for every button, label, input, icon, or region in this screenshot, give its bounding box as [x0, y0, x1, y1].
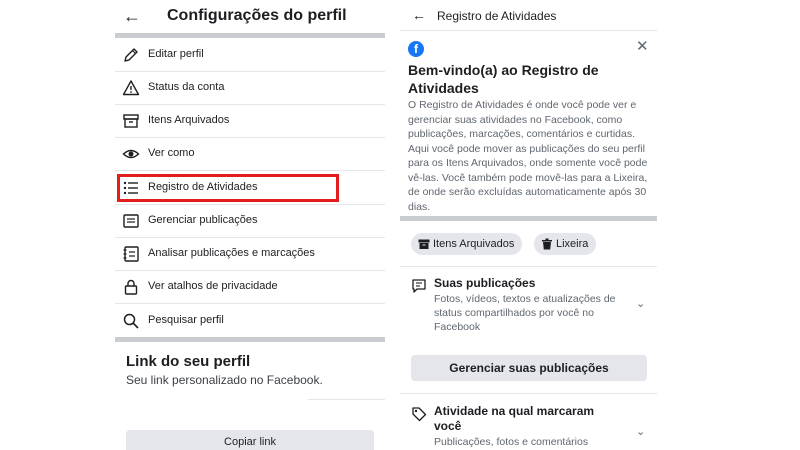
menu-item-privacy-shortcuts[interactable]: Ver atalhos de privacidade: [115, 270, 385, 303]
archive-icon: [418, 239, 430, 249]
welcome-card: f ✕ Bem-vindo(a) ao Registro de Atividad…: [400, 31, 657, 216]
welcome-title: Bem-vindo(a) ao Registro de Atividades: [408, 62, 599, 96]
menu-item-label: Analisar publicações e marcações: [148, 247, 315, 259]
section-title: Atividade na qual marcaram você: [434, 404, 595, 433]
menu-item-label: Gerenciar publicações: [148, 214, 258, 226]
section-description: Publicações, fotos e comentários: [434, 436, 589, 448]
menu-item-label: Status da conta: [148, 81, 225, 93]
divider: [400, 266, 657, 267]
search-icon: [123, 313, 139, 329]
profile-settings-screen: ← Configurações do perfil Editar perfil …: [115, 0, 385, 450]
welcome-description: O Registro de Atividades é onde você pod…: [408, 99, 648, 213]
menu-item-archived-items[interactable]: Itens Arquivados: [115, 104, 385, 137]
warning-icon: [122, 80, 140, 96]
back-arrow-icon[interactable]: ←: [412, 7, 426, 23]
menu-item-label: Ver como: [148, 147, 195, 159]
profile-link-subtitle: Seu link personalizado no Facebook.: [126, 373, 323, 387]
lock-icon: [124, 279, 138, 295]
menu-item-label: Pesquisar perfil: [148, 314, 224, 326]
archive-icon: [123, 114, 139, 128]
chip-label: Lixeira: [556, 238, 589, 250]
close-icon[interactable]: ✕: [636, 39, 649, 55]
menu-item-search-profile[interactable]: Pesquisar perfil: [115, 304, 385, 337]
chip-label: Itens Arquivados: [433, 238, 515, 250]
archived-items-chip[interactable]: Itens Arquivados: [411, 233, 523, 255]
page-title: Registro de Atividades: [437, 9, 557, 23]
chevron-down-icon[interactable]: ⌄: [636, 426, 645, 438]
section-separator: [400, 216, 657, 221]
menu-item-edit-profile[interactable]: Editar perfil: [115, 38, 385, 71]
trash-chip[interactable]: Lixeira: [534, 233, 597, 255]
section-description: Fotos, vídeos, textos e atualizações de …: [434, 293, 616, 333]
section-separator: [115, 337, 385, 342]
posts-icon: [123, 214, 139, 228]
chevron-down-icon[interactable]: ⌄: [636, 298, 645, 310]
menu-item-label: Ver atalhos de privacidade: [148, 280, 278, 292]
menu-item-view-as[interactable]: Ver como: [115, 137, 385, 170]
highlight-outline: [117, 174, 339, 202]
copy-link-button[interactable]: Copiar link: [126, 430, 374, 450]
divider: [308, 399, 385, 400]
review-icon: [123, 246, 139, 262]
menu-item-manage-posts[interactable]: Gerenciar publicações: [115, 204, 385, 237]
tag-icon: [412, 407, 427, 422]
facebook-logo-icon: f: [408, 41, 424, 57]
pencil-icon: [124, 48, 138, 62]
header: ← Configurações do perfil: [115, 0, 385, 33]
back-arrow-icon[interactable]: ←: [123, 6, 141, 26]
divider: [400, 393, 657, 394]
menu-item-review-posts-tags[interactable]: Analisar publicações e marcações: [115, 237, 385, 270]
menu-item-label: Editar perfil: [148, 48, 204, 60]
eye-icon: [122, 149, 140, 159]
menu-item-account-status[interactable]: Status da conta: [115, 71, 385, 104]
posts-bubble-icon: [412, 279, 426, 293]
profile-link-title: Link do seu perfil: [126, 353, 251, 370]
manage-your-posts-button[interactable]: Gerenciar suas publicações: [411, 355, 647, 381]
trash-icon: [542, 238, 552, 250]
activity-log-screen: ← Registro de Atividades f ✕ Bem-vindo(a…: [400, 0, 657, 450]
page-title: Configurações do perfil: [167, 7, 347, 24]
section-title: Suas publicações: [434, 276, 536, 290]
menu-item-label: Itens Arquivados: [148, 114, 230, 126]
